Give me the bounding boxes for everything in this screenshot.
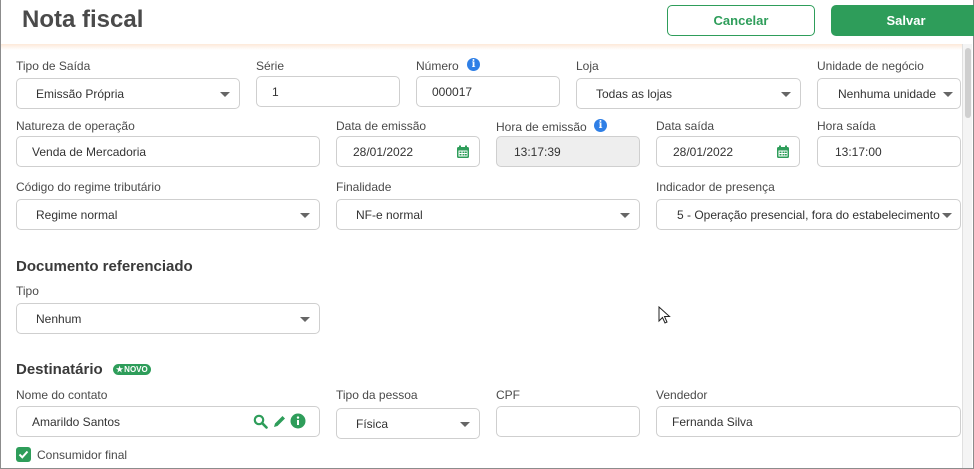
loja-select[interactable]: Todas as lojas: [576, 78, 801, 109]
indicador-value: 5 - Operação presencial, fora do estabel…: [677, 207, 940, 222]
unidade-select[interactable]: Nenhuma unidade: [817, 78, 961, 109]
search-icon[interactable]: [252, 413, 268, 429]
save-button[interactable]: Salvar: [831, 5, 974, 36]
chevron-down-icon: [620, 213, 630, 218]
tipo-saida-value: Emissão Própria: [36, 86, 125, 101]
natureza-input[interactable]: Venda de Mercadoria: [16, 136, 320, 167]
numero-input[interactable]: 000017: [416, 76, 560, 107]
hora-saida-input[interactable]: 13:17:00: [817, 136, 961, 167]
data-emissao-input[interactable]: 28/01/2022: [336, 136, 480, 167]
header: Nota fiscal Cancelar Salvar: [1, 0, 974, 44]
vertical-scrollbar[interactable]: [962, 44, 972, 468]
hora-saida-label: Hora saída: [817, 119, 876, 133]
unidade-label: Unidade de negócio: [817, 59, 924, 73]
indicador-select[interactable]: 5 - Operação presencial, fora do estabel…: [656, 199, 961, 230]
tipo-pessoa-label: Tipo da pessoa: [336, 388, 418, 402]
hora-emissao-label: Hora de emissão: [496, 120, 587, 134]
tipo-pessoa-value: Física: [356, 416, 389, 431]
chevron-down-icon: [220, 92, 230, 97]
finalidade-label: Finalidade: [336, 180, 392, 194]
pencil-icon[interactable]: [271, 413, 287, 429]
finalidade-value: NF-e normal: [356, 207, 423, 222]
check-icon: [18, 450, 29, 459]
hora-emissao-value: 13:17:39: [514, 144, 561, 159]
chevron-down-icon: [943, 92, 953, 97]
data-saida-label: Data saída: [656, 119, 715, 133]
documento-section-title: Documento referenciado: [16, 258, 193, 275]
hora-emissao-info-icon[interactable]: i: [594, 119, 607, 132]
regime-label: Código do regime tributário: [16, 180, 161, 194]
calendar-icon[interactable]: [456, 145, 470, 159]
chevron-down-icon: [300, 317, 310, 322]
unidade-value: Nenhuma unidade: [838, 86, 937, 101]
page-title: Nota fiscal: [22, 6, 144, 33]
info-icon[interactable]: [290, 413, 306, 429]
documento-tipo-value: Nenhum: [36, 311, 82, 326]
tipo-saida-label: Tipo de Saída: [16, 59, 91, 73]
loja-label: Loja: [576, 59, 599, 73]
hora-emissao-input: 13:17:39: [496, 136, 640, 167]
chevron-down-icon: [300, 213, 310, 218]
vendedor-input[interactable]: Fernanda Silva: [656, 406, 961, 437]
vendedor-label: Vendedor: [656, 388, 708, 402]
regime-select[interactable]: Regime normal: [16, 199, 320, 230]
nome-contato-value: Amarildo Santos: [32, 414, 121, 429]
numero-info-icon[interactable]: i: [467, 58, 480, 71]
star-icon: ★: [116, 365, 124, 374]
loja-value: Todas as lojas: [596, 86, 673, 101]
data-saida-input[interactable]: 28/01/2022: [656, 136, 800, 167]
vendedor-value: Fernanda Silva: [672, 414, 753, 429]
header-shadow: [1, 44, 962, 50]
scrollbar-thumb[interactable]: [965, 48, 971, 118]
numero-label: Número: [416, 59, 459, 73]
documento-tipo-select[interactable]: Nenhum: [16, 303, 320, 334]
cancel-button[interactable]: Cancelar: [667, 5, 815, 36]
chevron-down-icon: [942, 213, 952, 218]
mouse-cursor-icon: [658, 306, 671, 324]
novo-badge: ★ NOVO: [113, 364, 151, 375]
chevron-down-icon: [781, 92, 791, 97]
hora-saida-value: 13:17:00: [835, 144, 882, 159]
documento-tipo-label: Tipo: [16, 284, 39, 298]
data-saida-value: 28/01/2022: [673, 144, 734, 159]
regime-value: Regime normal: [36, 207, 118, 222]
cpf-input[interactable]: [496, 406, 640, 437]
natureza-value: Venda de Mercadoria: [32, 144, 147, 159]
serie-input[interactable]: 1: [256, 76, 400, 107]
data-emissao-value: 28/01/2022: [353, 144, 414, 159]
contato-tools: [252, 413, 306, 429]
tipo-saida-select[interactable]: Emissão Própria: [16, 78, 240, 109]
cpf-label: CPF: [496, 388, 520, 402]
natureza-label: Natureza de operação: [16, 119, 135, 133]
consumidor-final-label: Consumidor final: [37, 448, 128, 462]
data-emissao-label: Data de emissão: [336, 119, 427, 133]
destinatario-section-title: Destinatário: [16, 361, 103, 378]
consumidor-final-checkbox[interactable]: [16, 447, 31, 462]
novo-badge-label: NOVO: [124, 365, 148, 374]
indicador-label: Indicador de presença: [656, 180, 775, 194]
serie-value: 1: [272, 84, 279, 99]
tipo-pessoa-select[interactable]: Física: [336, 408, 480, 439]
chevron-down-icon: [460, 422, 470, 427]
calendar-icon[interactable]: [776, 145, 790, 159]
finalidade-select[interactable]: NF-e normal: [336, 199, 640, 230]
nome-contato-label: Nome do contato: [16, 388, 108, 402]
serie-label: Série: [256, 59, 285, 73]
numero-value: 000017: [432, 84, 473, 99]
